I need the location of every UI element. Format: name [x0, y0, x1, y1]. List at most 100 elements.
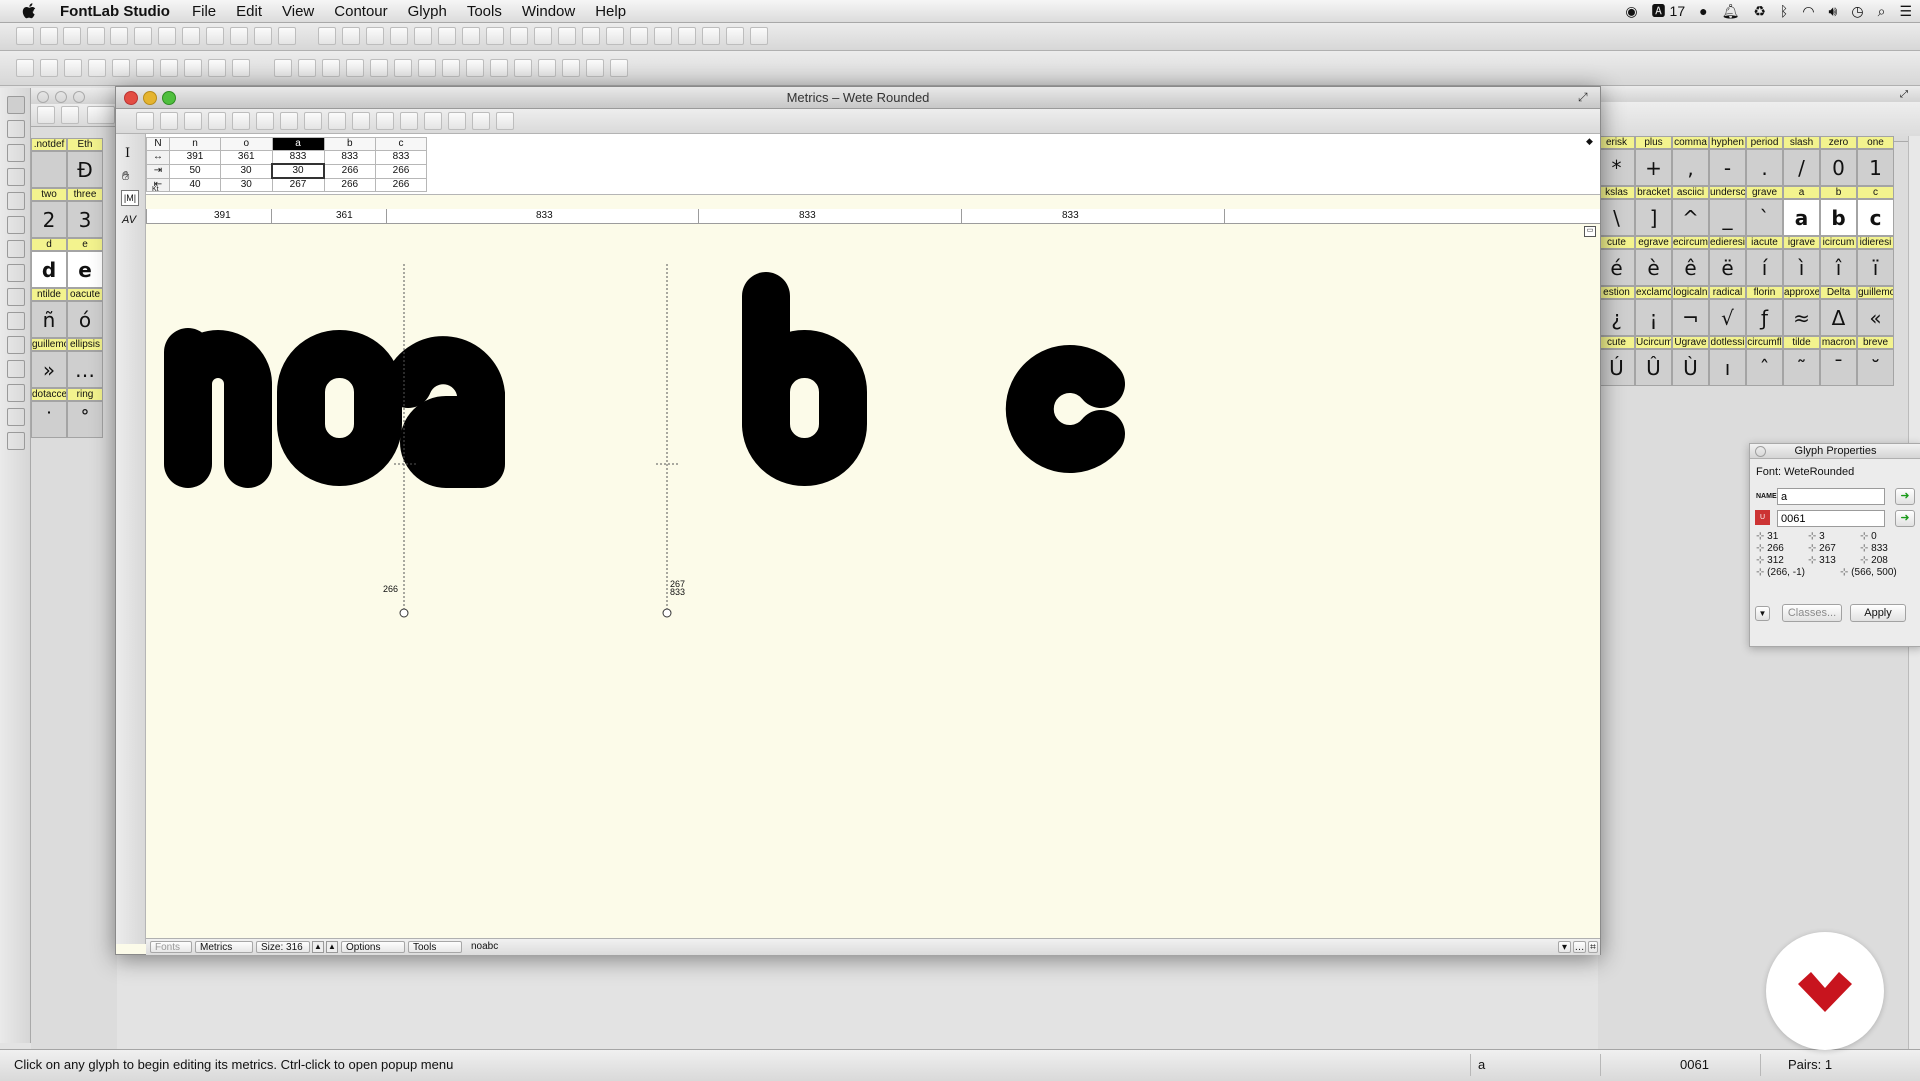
metrics-tool-button[interactable]	[232, 112, 250, 130]
apply-button[interactable]: Apply	[1850, 604, 1906, 622]
menu-help[interactable]: Help	[585, 3, 636, 20]
right-glyph-cell[interactable]: 0	[1820, 149, 1857, 186]
transform-button[interactable]	[40, 59, 58, 77]
drawing-tool-button[interactable]	[346, 59, 364, 77]
lsb-cell[interactable]: 266	[323, 163, 376, 179]
toolbar-button[interactable]	[582, 27, 600, 45]
metrics-tool-button[interactable]	[424, 112, 442, 130]
right-glyph-cell[interactable]: î	[1820, 249, 1857, 286]
width-cell[interactable]: 833	[271, 150, 325, 165]
zoom-in-icon[interactable]: ▲	[326, 941, 338, 953]
toolbar-button[interactable]	[606, 27, 624, 45]
drawing-tool-button[interactable]	[490, 59, 508, 77]
notification-icon[interactable]: 🅰︎	[1652, 1, 1666, 21]
menu-view[interactable]: View	[272, 3, 324, 20]
skew-icon[interactable]	[7, 360, 25, 378]
drawing-tool-button[interactable]	[370, 59, 388, 77]
expand-button[interactable]: ▼	[1755, 606, 1770, 621]
tools-popup[interactable]: Tools	[408, 941, 462, 953]
right-glyph-cell[interactable]: a	[1783, 199, 1820, 236]
rsb-cell[interactable]: 266	[375, 177, 427, 192]
zoom-button[interactable]	[73, 91, 85, 103]
unicode-input[interactable]	[1777, 510, 1885, 527]
name-mode-button[interactable]	[87, 106, 115, 124]
right-glyph-cell[interactable]: ë	[1709, 249, 1746, 286]
sample-text-input[interactable]: noabc	[471, 941, 498, 952]
drawing-tool-button[interactable]	[394, 59, 412, 77]
right-glyph-cell[interactable]: 1	[1857, 149, 1894, 186]
transform-button[interactable]	[112, 59, 130, 77]
right-glyph-cell[interactable]: Ú	[1598, 349, 1635, 386]
left-glyph-cell[interactable]: ñ	[31, 301, 67, 338]
toolbar-button[interactable]	[278, 27, 296, 45]
menu-window[interactable]: Window	[512, 3, 585, 20]
transform-button[interactable]	[136, 59, 154, 77]
right-glyph-cell[interactable]: ì	[1783, 249, 1820, 286]
left-glyph-cell[interactable]: ó	[67, 301, 103, 338]
left-glyph-cell[interactable]: »	[31, 351, 67, 388]
toolbar-button[interactable]	[390, 27, 408, 45]
column-header[interactable]: n	[169, 137, 221, 151]
metrics-tool-button[interactable]	[376, 112, 394, 130]
size-popup[interactable]: Size: 316	[256, 941, 310, 953]
metrics-canvas[interactable]: 266 267 833 ▭	[146, 224, 1600, 938]
toolbar-button[interactable]	[414, 27, 432, 45]
right-glyph-cell[interactable]: è	[1635, 249, 1672, 286]
curve-icon[interactable]	[7, 240, 25, 258]
close-button[interactable]	[37, 91, 49, 103]
left-glyph-cell[interactable]: e	[67, 251, 103, 288]
toolbar-button[interactable]	[750, 27, 768, 45]
toolbar-button[interactable]	[254, 27, 272, 45]
column-header[interactable]: b	[323, 137, 376, 151]
right-glyph-cell[interactable]: b	[1820, 199, 1857, 236]
measure-icon[interactable]	[7, 384, 25, 402]
left-glyph-cell[interactable]: ˚	[67, 401, 103, 438]
transform-button[interactable]	[232, 59, 250, 77]
width-cell[interactable]: 361	[220, 150, 273, 165]
canvas-expand-icon[interactable]: ▭	[1584, 226, 1596, 237]
drawing-tool-button[interactable]	[562, 59, 580, 77]
left-glyph-cell[interactable]: Ð	[67, 151, 103, 188]
metrics-tool-button[interactable]	[136, 112, 154, 130]
toolbar-button[interactable]	[462, 27, 480, 45]
toolbar-button[interactable]	[558, 27, 576, 45]
toolbar-button[interactable]	[110, 27, 128, 45]
right-glyph-cell[interactable]: ê	[1672, 249, 1709, 286]
zoom-button[interactable]	[162, 91, 176, 105]
column-header-selected[interactable]: a	[271, 137, 325, 151]
metrics-tool-button[interactable]	[352, 112, 370, 130]
kerning-mode-icon[interactable]: AV	[122, 214, 136, 226]
timemachine-icon[interactable]: ◷	[1851, 3, 1863, 20]
arrow-icon[interactable]	[7, 96, 25, 114]
column-header[interactable]: c	[375, 137, 427, 151]
toolbar-button[interactable]	[654, 27, 672, 45]
right-glyph-cell[interactable]: +	[1635, 149, 1672, 186]
left-glyph-cell[interactable]: d	[31, 251, 67, 288]
drawing-tool-button[interactable]	[610, 59, 628, 77]
toolbar-button[interactable]	[342, 27, 360, 45]
lsb-cell[interactable]: 266	[375, 163, 427, 179]
right-glyph-cell[interactable]: ƒ	[1746, 299, 1783, 336]
drawing-tool-button[interactable]	[514, 59, 532, 77]
pen-icon[interactable]	[7, 120, 25, 138]
right-glyph-cell[interactable]: ï	[1857, 249, 1894, 286]
knife-icon[interactable]	[7, 168, 25, 186]
table-scroll-icon[interactable]: ◆	[1586, 136, 1593, 147]
toolbar-button[interactable]	[318, 27, 336, 45]
metrics-tool-button[interactable]	[208, 112, 226, 130]
left-glyph-cell[interactable]: …	[67, 351, 103, 388]
lsb-cell[interactable]: 30	[220, 163, 273, 179]
hand-icon[interactable]: ✋︎	[122, 168, 129, 184]
toolbar-button[interactable]	[40, 27, 58, 45]
column-header[interactable]: o	[220, 137, 273, 151]
right-glyph-cell[interactable]: ]	[1635, 199, 1672, 236]
right-glyph-cell[interactable]: ˜	[1783, 349, 1820, 386]
lsb-cell-editing[interactable]: 30	[271, 163, 325, 179]
toolbar-button[interactable]	[87, 27, 105, 45]
toolbar-button[interactable]	[134, 27, 152, 45]
wifi-icon[interactable]: ◠	[1802, 3, 1814, 20]
right-glyph-cell[interactable]: ¿	[1598, 299, 1635, 336]
metrics-tool-button[interactable]	[256, 112, 274, 130]
fullscreen-icon[interactable]: ⤢	[1578, 87, 1588, 108]
rsb-handle-icon[interactable]	[662, 608, 672, 618]
